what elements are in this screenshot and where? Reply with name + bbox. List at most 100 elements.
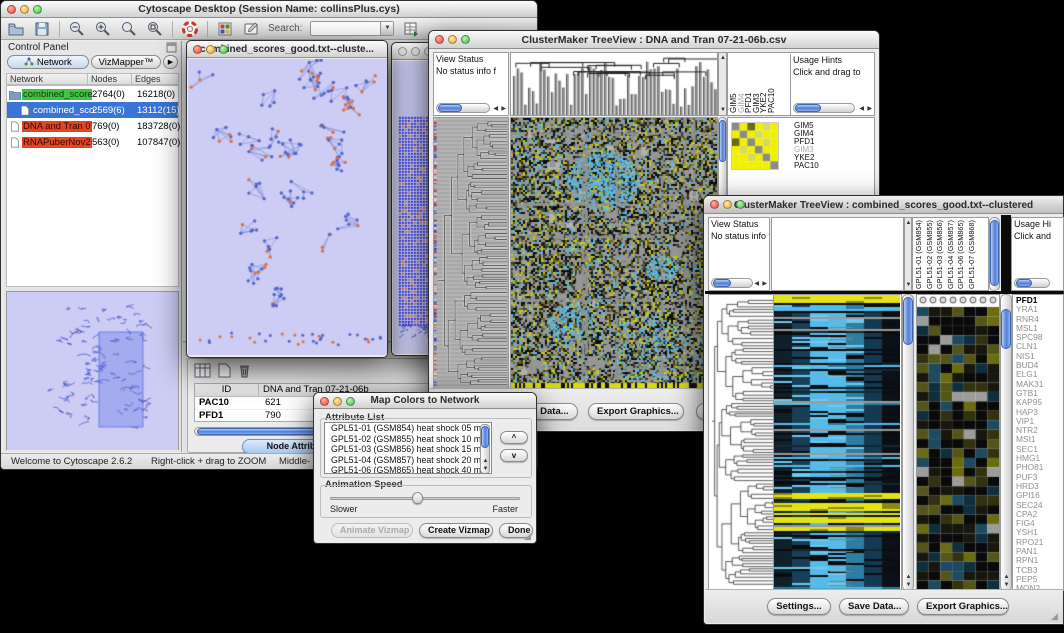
gene-label[interactable]: KAP95 (1016, 398, 1063, 407)
vscroll-thumb[interactable] (481, 426, 489, 448)
gene-label[interactable]: YRA1 (1016, 305, 1063, 314)
gene-label[interactable]: PHO81 (1016, 463, 1063, 472)
hscroll-thumb[interactable] (795, 104, 821, 112)
list-vscrollbar[interactable]: ▲ ▼ (480, 424, 490, 474)
tab-overflow-button[interactable]: ▶ (163, 55, 178, 69)
scroll-down-icon[interactable]: ▼ (1004, 582, 1010, 588)
gene-label[interactable]: PAC10 (794, 162, 819, 170)
gene-label[interactable]: RPN1 (1016, 556, 1063, 565)
move-up-button[interactable]: ^ (500, 431, 528, 444)
gene-label[interactable]: VIP1 (1016, 417, 1063, 426)
scroll-down-icon[interactable]: ▼ (906, 282, 912, 288)
tab-vizmapper[interactable]: VizMapper™ (91, 55, 161, 69)
labels-vscrollbar[interactable] (989, 217, 1000, 291)
zoom-fit-icon[interactable] (120, 20, 138, 38)
column-header-nodes[interactable]: Nodes (87, 73, 132, 85)
usage-hscrollbar[interactable] (793, 103, 855, 113)
gene-label[interactable]: CLN1 (1016, 342, 1063, 351)
delete-attribute-icon[interactable] (238, 363, 251, 378)
close-button[interactable] (435, 35, 444, 44)
search-combobox[interactable]: ▼ (310, 21, 394, 36)
gene-label[interactable]: NTR2 (1016, 426, 1063, 435)
export-graphics-button[interactable]: Export Graphics... (917, 598, 1009, 615)
create-vizmap-button[interactable]: Create Vizmap (419, 523, 493, 538)
column-dendrogram-canvas[interactable] (511, 53, 717, 115)
hscroll-thumb[interactable] (1016, 279, 1032, 287)
heatmap-canvas[interactable] (774, 295, 900, 590)
column-label[interactable]: YKE2 (760, 55, 768, 113)
hscroll-thumb[interactable] (438, 104, 462, 112)
scroll-down-icon[interactable]: ▼ (720, 107, 726, 113)
slider-thumb[interactable] (412, 492, 423, 504)
help-lifesaver-icon[interactable] (181, 20, 199, 38)
gene-label[interactable]: PUF3 (1016, 473, 1063, 482)
row-dendrogram-canvas[interactable] (434, 118, 508, 388)
column-header-network[interactable]: Network (6, 73, 88, 85)
minimize-button[interactable] (206, 45, 215, 54)
new-attribute-icon[interactable] (217, 363, 231, 378)
gene-label[interactable]: BUD4 (1016, 361, 1063, 370)
gene-label[interactable]: SEC24 (1016, 501, 1063, 510)
zoom-button[interactable] (346, 397, 355, 406)
scroll-down-icon[interactable]: ▼ (483, 466, 489, 472)
row-dendrogram-canvas[interactable] (709, 295, 773, 590)
column-label[interactable]: PFD1 (745, 55, 753, 113)
scroll-up-icon[interactable]: ▲ (1004, 574, 1010, 580)
network-list-row[interactable]: combined_scores2764(0)16218(0) (7, 86, 178, 102)
vscroll-thumb[interactable] (719, 120, 726, 162)
close-button[interactable] (398, 47, 407, 56)
minimize-button[interactable] (20, 5, 29, 14)
combo-arrow-icon[interactable]: ▼ (380, 22, 393, 35)
export-graphics-button[interactable]: Export Graphics... (588, 403, 684, 420)
scroll-left-icon[interactable]: ◀ (754, 281, 759, 287)
zoom-button[interactable] (736, 200, 745, 209)
gene-label[interactable]: HMG1 (1016, 454, 1063, 463)
scroll-up-icon[interactable]: ▲ (906, 220, 912, 226)
zoom-heatmap-canvas[interactable] (917, 295, 999, 590)
import-table-icon[interactable] (402, 20, 420, 38)
heatmap-vscrollbar[interactable]: ▲ ▼ (902, 294, 914, 591)
mini-scroll-strip[interactable]: ▲ ▼ (718, 52, 727, 116)
zoom-button[interactable] (461, 35, 470, 44)
mini-scroll-strip[interactable]: ▲ ▼ (904, 217, 912, 291)
save-data-button[interactable]: Save Data... (839, 598, 909, 615)
minimize-button[interactable] (411, 47, 420, 56)
minimize-button[interactable] (333, 397, 342, 406)
scroll-down-icon[interactable]: ▼ (906, 582, 912, 588)
network-title-bar[interactable]: combined_scores_good.txt--cluste... (187, 41, 387, 58)
gene-label[interactable]: HRD3 (1016, 482, 1063, 491)
tab-network[interactable]: Network (7, 55, 89, 69)
scroll-right-icon[interactable]: ▶ (762, 281, 767, 287)
attribute-list-item[interactable]: GPL51-02 (GSM855) heat shock 10 min (328, 434, 491, 445)
gene-label[interactable]: CPA2 (1016, 510, 1063, 519)
resize-grip[interactable]: ◢ (524, 531, 534, 541)
attribute-list-item[interactable]: GPL51-04 (GSM857) heat shock 20 min (328, 455, 491, 466)
column-label[interactable]: GPL51-06 (GSM865) (956, 219, 967, 289)
gene-label[interactable]: SPC98 (1016, 333, 1063, 342)
gene-label[interactable]: MSI1 (1016, 435, 1063, 444)
zoom-selected-icon[interactable] (146, 20, 164, 38)
scroll-right-icon[interactable]: ▶ (501, 106, 506, 112)
gene-label[interactable]: ELG1 (1016, 370, 1063, 379)
minimize-button[interactable] (723, 200, 732, 209)
gene-label[interactable]: PFD1 (1016, 296, 1063, 305)
zoom-in-icon[interactable] (94, 20, 112, 38)
column-label[interactable]: GPL51-07 (GSM868) (967, 219, 978, 289)
minimize-button[interactable] (448, 35, 457, 44)
gene-label[interactable]: RPO21 (1016, 538, 1063, 547)
animation-speed-slider[interactable] (330, 497, 520, 500)
close-button[interactable] (710, 200, 719, 209)
zoom-button[interactable] (33, 5, 42, 14)
settings-button[interactable]: Settings... (767, 598, 831, 615)
network-list-row[interactable]: DNA and Tran 07769(0)183728(0) (7, 118, 178, 134)
open-file-icon[interactable] (7, 20, 25, 38)
close-button[interactable] (320, 397, 329, 406)
save-file-icon[interactable] (33, 20, 51, 38)
vscroll-thumb[interactable] (903, 297, 913, 345)
network-list-row[interactable]: RNAPuberNov2+563(0)107847(0) (7, 134, 178, 150)
gene-label[interactable]: RNR4 (1016, 315, 1063, 324)
vscroll-thumb[interactable] (990, 220, 999, 286)
status-hscrollbar[interactable] (711, 278, 753, 288)
column-label[interactable]: GPL51-02 (GSM855) (925, 219, 936, 289)
network-overview-panel[interactable] (6, 291, 179, 450)
